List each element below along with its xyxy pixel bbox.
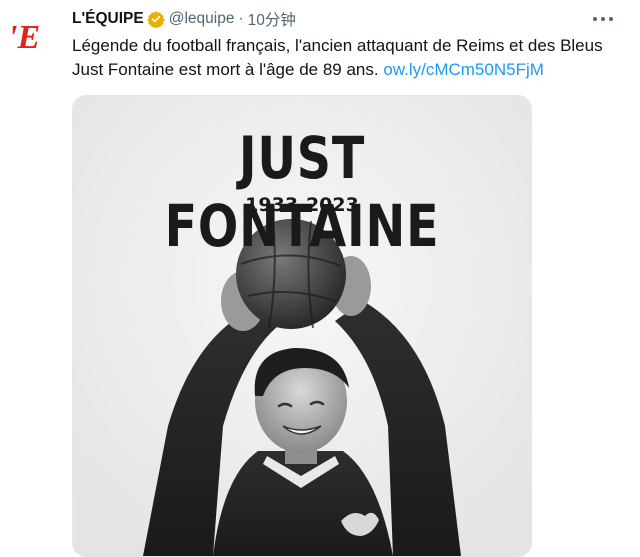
tweet-text: Légende du football français, l'ancien a…	[72, 34, 630, 82]
verified-badge-icon[interactable]	[147, 10, 165, 28]
more-options-icon[interactable]	[592, 12, 614, 23]
tweet-header: L'ÉQUIPE @lequipe · 10分钟	[72, 8, 630, 30]
tweet-media-image[interactable]: JUST FONTAINE 1933-2023	[72, 95, 532, 557]
more-dots-icon	[593, 17, 613, 21]
svg-text:'E: 'E	[8, 19, 40, 56]
photo-years: 1933-2023	[245, 194, 359, 216]
tweet-timestamp[interactable]: 10分钟	[248, 8, 296, 30]
author-avatar[interactable]: 'E	[4, 10, 56, 62]
author-name[interactable]: L'ÉQUIPE	[72, 10, 144, 28]
header-separator: ·	[238, 10, 244, 27]
tweet-link[interactable]: ow.ly/cMCm50N5FjM	[383, 60, 544, 79]
lequipe-logo-icon: 'E	[8, 19, 40, 56]
tweet-body: L'ÉQUIPE @lequipe · 10分钟 Légende du foot…	[72, 8, 630, 82]
author-handle[interactable]: @lequipe	[169, 10, 235, 28]
photo-headline: JUST FONTAINE	[164, 124, 440, 260]
